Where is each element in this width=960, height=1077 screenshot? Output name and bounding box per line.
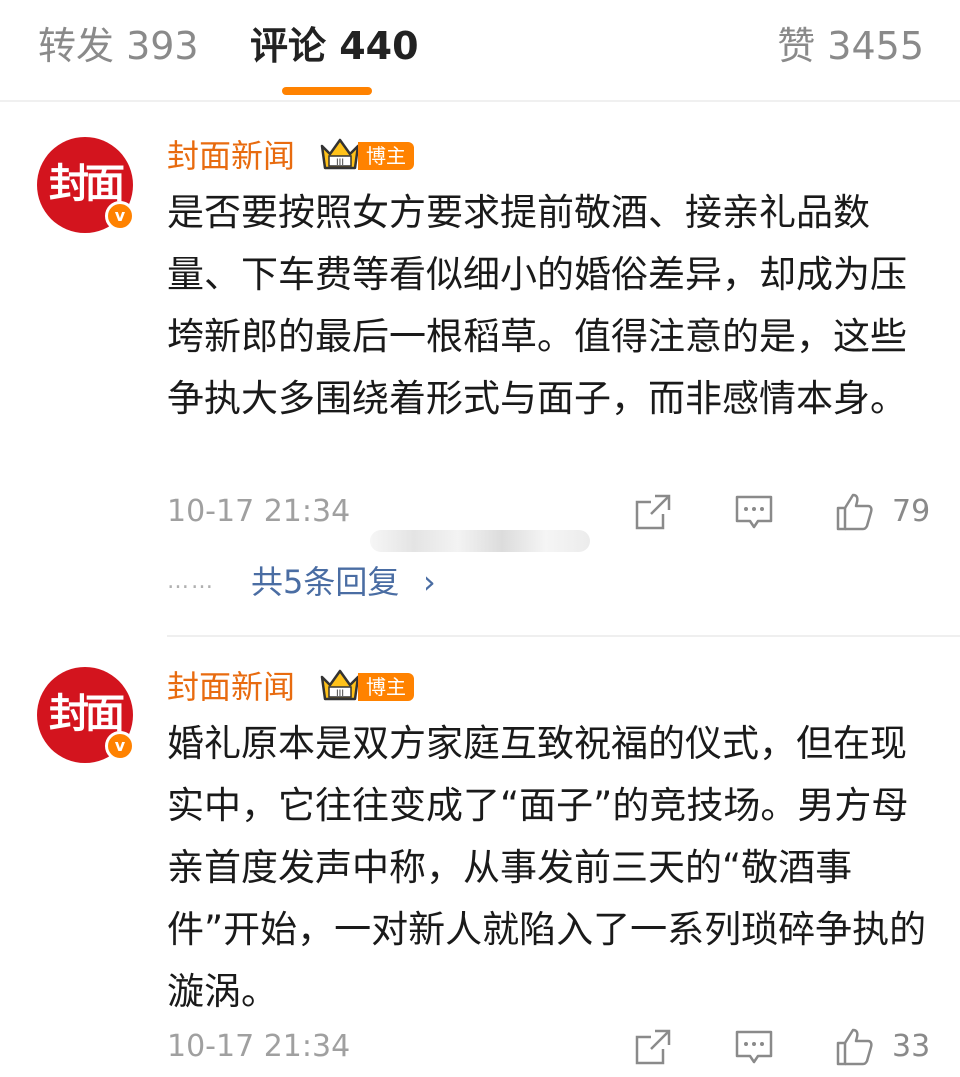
crown-icon: III [320,669,360,701]
comment-time: 10-17 21:34 [167,494,351,529]
reply-icon[interactable] [734,492,774,532]
comment-tabs: 转发 393 评论 440 赞 3455 [0,0,960,102]
comment-time: 10-17 21:34 [167,1029,351,1064]
badge-label: 博主 [358,142,414,170]
blurred-watermark [370,530,590,552]
replies-link[interactable]: 共5条回复 [251,560,399,604]
like-count: 33 [892,1029,931,1064]
thumbs-up-icon[interactable] [834,492,874,532]
comment-meta: 10-17 21:34 79 [167,492,931,532]
like-count: 79 [892,494,931,529]
share-icon[interactable] [633,1027,673,1067]
comment-text: 婚礼原本是双方家庭互致祝福的仪式，但在现实中，它往往变成了“面子”的竞技场。男方… [167,722,927,1013]
verified-icon: v [105,201,135,231]
avatar[interactable]: 封面 v [37,667,135,763]
reply-icon[interactable] [734,1027,774,1067]
blogger-badge[interactable]: III 博主 [318,136,414,174]
chevron-right-icon: › [423,563,436,601]
blogger-badge[interactable]: III 博主 [318,667,414,705]
crown-icon: III [320,138,360,170]
share-icon[interactable] [633,492,673,532]
badge-label: 博主 [358,673,414,701]
avatar[interactable]: 封面 v [37,137,135,233]
active-tab-indicator [282,87,372,95]
replies-dots: …… [167,569,215,594]
comment-meta: 10-17 21:34 33 [167,1027,931,1067]
thumbs-up-icon[interactable] [834,1027,874,1067]
verified-icon: v [105,731,135,761]
comment-divider [167,635,960,637]
username[interactable]: 封面新闻 [167,136,295,176]
svg-text:III: III [336,689,344,699]
tab-like[interactable]: 赞 3455 [777,22,924,70]
svg-text:III: III [336,158,344,168]
username[interactable]: 封面新闻 [167,667,295,707]
comment-text: 是否要按照女方要求提前敬酒、接亲礼品数量、下车费等看似细小的婚俗差异，却成为压垮… [167,191,907,420]
tab-repost[interactable]: 转发 393 [38,22,199,70]
